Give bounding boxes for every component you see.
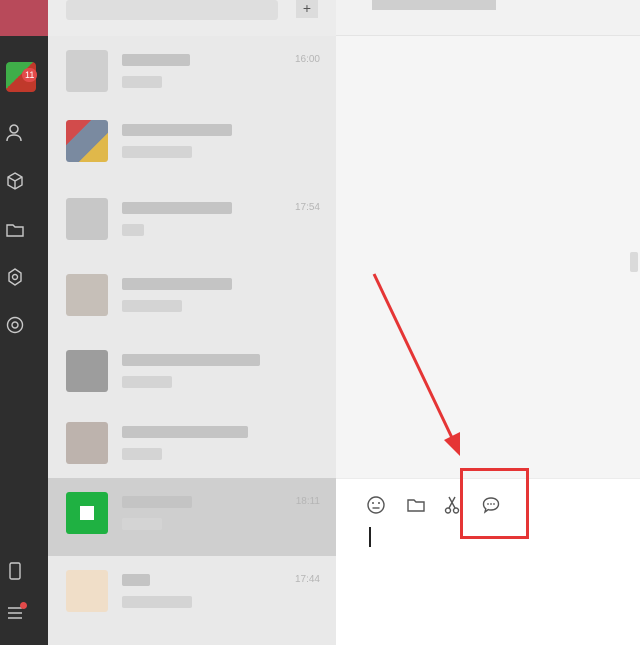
contact-name-placeholder bbox=[122, 278, 232, 290]
list-item[interactable] bbox=[48, 408, 336, 486]
contacts-icon[interactable] bbox=[4, 122, 26, 144]
contact-name-placeholder bbox=[122, 496, 192, 508]
phone-icon[interactable] bbox=[4, 560, 26, 582]
avatar bbox=[66, 120, 108, 162]
message-preview-placeholder bbox=[122, 518, 162, 530]
wechat-window: 11 + 16:00 17:54 18:11 17:44 bbox=[0, 0, 640, 645]
avatar bbox=[66, 274, 108, 316]
window-top-bar bbox=[0, 0, 48, 36]
file-icon[interactable] bbox=[404, 493, 428, 517]
cube-icon[interactable] bbox=[4, 170, 26, 192]
text-cursor bbox=[369, 527, 371, 547]
folder-icon[interactable] bbox=[4, 219, 26, 241]
avatar-mark bbox=[80, 506, 94, 520]
message-preview-placeholder bbox=[122, 146, 192, 158]
annotation-arrow bbox=[372, 273, 460, 456]
list-item[interactable]: 17:44 bbox=[48, 556, 336, 634]
notification-dot bbox=[20, 602, 27, 609]
avatar bbox=[66, 50, 108, 92]
contact-name-placeholder bbox=[122, 124, 232, 136]
contact-name-placeholder bbox=[122, 202, 232, 214]
chat-header bbox=[336, 0, 640, 36]
avatar bbox=[66, 198, 108, 240]
message-preview-placeholder bbox=[122, 76, 162, 88]
mini-program-icon[interactable] bbox=[4, 266, 26, 288]
list-item[interactable] bbox=[48, 106, 336, 184]
add-button[interactable]: + bbox=[296, 0, 318, 18]
avatar bbox=[66, 570, 108, 612]
message-time: 18:11 bbox=[295, 496, 320, 507]
list-item-active[interactable]: 18:11 bbox=[48, 478, 336, 556]
message-preview-placeholder bbox=[122, 300, 182, 312]
message-preview-placeholder bbox=[122, 448, 162, 460]
contact-name-placeholder bbox=[122, 354, 260, 366]
message-time: 17:54 bbox=[294, 202, 320, 213]
contact-name-placeholder bbox=[122, 574, 150, 586]
message-preview-placeholder bbox=[122, 596, 192, 608]
message-time: 17:44 bbox=[294, 574, 320, 585]
highlight-box bbox=[460, 468, 529, 539]
list-item[interactable]: 16:00 bbox=[48, 36, 336, 114]
list-item[interactable] bbox=[48, 260, 336, 338]
session-list: + 16:00 17:54 18:11 17:44 bbox=[48, 0, 336, 645]
message-time: 16:00 bbox=[294, 54, 320, 65]
avatar bbox=[66, 422, 108, 464]
message-preview-placeholder bbox=[122, 376, 172, 388]
search-input[interactable] bbox=[66, 0, 278, 20]
list-item[interactable]: 17:54 bbox=[48, 184, 336, 262]
avatar bbox=[66, 350, 108, 392]
contact-name-placeholder bbox=[122, 426, 248, 438]
avatar bbox=[66, 492, 108, 534]
chat-title-placeholder bbox=[372, 0, 496, 10]
list-header: + bbox=[48, 0, 336, 36]
emoji-icon[interactable] bbox=[364, 493, 388, 517]
scroll-handle[interactable] bbox=[630, 252, 638, 272]
left-sidebar: 11 bbox=[0, 0, 48, 645]
message-preview-placeholder bbox=[122, 224, 144, 236]
contact-name-placeholder bbox=[122, 54, 190, 66]
moments-icon[interactable] bbox=[4, 314, 26, 336]
list-item[interactable] bbox=[48, 336, 336, 414]
